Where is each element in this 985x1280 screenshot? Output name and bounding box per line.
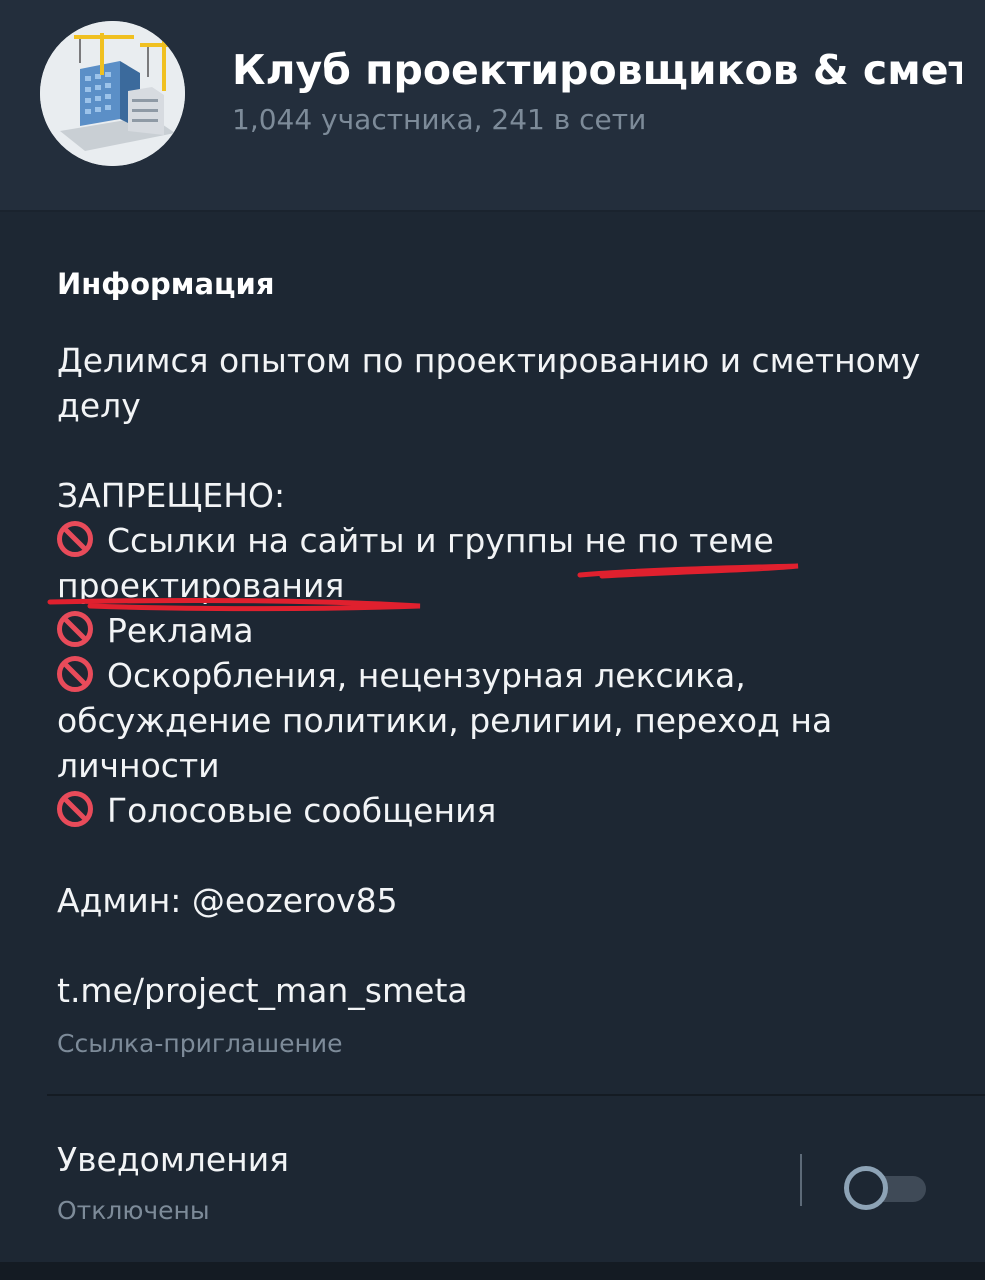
rule-text-continued: личности <box>57 746 220 785</box>
rule-text-continued: проектирования <box>57 566 345 605</box>
no-entry-icon <box>57 611 93 647</box>
rule-text: Голосовые сообщения <box>107 791 497 830</box>
group-description: Делимся опытом по проектированию и сметн… <box>57 338 957 1013</box>
description-line: делу <box>57 386 141 425</box>
vertical-divider <box>800 1154 802 1206</box>
bottom-edge <box>0 1262 985 1280</box>
building-illustration-icon <box>40 21 185 166</box>
rule-item: Ссылки на сайты и группы не по теме <box>57 518 957 563</box>
forbidden-title: ЗАПРЕЩЕНО: <box>57 476 286 515</box>
notifications-status: Отключены <box>57 1196 210 1225</box>
no-entry-icon <box>57 791 93 827</box>
chat-header: Клуб проектировщиков & сметч 1,044 участ… <box>0 0 985 212</box>
member-count: 1,044 участника, 241 в сети <box>232 103 647 136</box>
toggle-knob <box>844 1166 888 1210</box>
rule-item: Реклама <box>57 608 957 653</box>
info-heading: Информация <box>57 267 275 301</box>
rule-text: Оскорбления, нецензурная лексика, <box>107 656 746 695</box>
group-title[interactable]: Клуб проектировщиков & сметч <box>232 42 962 98</box>
notifications-label: Уведомления <box>57 1140 290 1179</box>
notifications-row[interactable]: Уведомления Отключены <box>0 1098 985 1260</box>
invite-caption: Ссылка-приглашение <box>57 1029 343 1058</box>
info-section: Информация Делимся опытом по проектирова… <box>0 214 985 1260</box>
section-divider <box>47 1094 985 1096</box>
no-entry-icon <box>57 521 93 557</box>
admin-line[interactable]: Админ: @eozerov85 <box>57 878 957 923</box>
rule-text: Реклама <box>107 611 254 650</box>
rule-text: Ссылки на сайты и группы не по теме <box>107 521 774 560</box>
rule-text-continued: обсуждение политики, религии, переход на <box>57 701 833 740</box>
invite-link[interactable]: t.me/project_man_smeta <box>57 968 957 1013</box>
description-line: Делимся опытом по проектированию и сметн… <box>57 341 921 380</box>
group-avatar[interactable] <box>40 21 185 166</box>
rule-item: Оскорбления, нецензурная лексика, <box>57 653 957 698</box>
rule-item: Голосовые сообщения <box>57 788 957 833</box>
no-entry-icon <box>57 656 93 692</box>
notifications-toggle[interactable] <box>844 1166 928 1210</box>
